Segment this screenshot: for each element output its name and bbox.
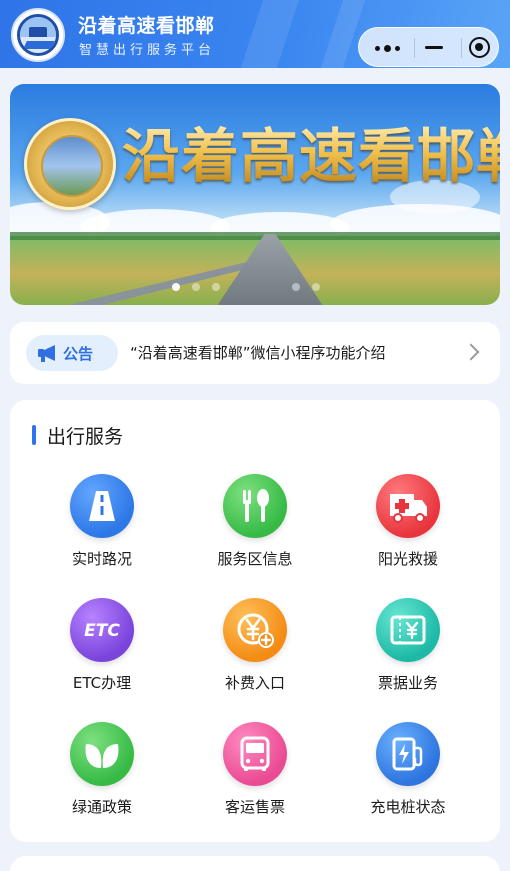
ambulance-icon xyxy=(376,474,440,538)
service-area-info[interactable]: 服务区信息 xyxy=(179,474,329,584)
service-charging-status[interactable]: 充电桩状态 xyxy=(332,722,482,832)
banner-carousel[interactable]: 沿着高速看邯郸 xyxy=(10,84,500,305)
travel-services-card: 出行服务 实时路况 服务区信息 阳光救援 ETC ETC办理 补费入口 票据业务… xyxy=(10,400,500,842)
service-green-channel[interactable]: 绿通政策 xyxy=(26,722,176,832)
banner-title: 沿着高速看邯郸 xyxy=(122,118,500,194)
road-icon xyxy=(70,474,134,538)
service-sunshine-rescue[interactable]: 阳光救援 xyxy=(332,474,482,584)
service-fee-supplement[interactable]: 补费入口 xyxy=(179,598,329,708)
service-label: 补费入口 xyxy=(224,674,285,692)
leaf-icon xyxy=(70,722,134,786)
service-label: ETC办理 xyxy=(72,674,132,692)
section-accent-bar xyxy=(32,425,36,445)
header-decoration xyxy=(313,0,369,68)
service-label: 阳光救援 xyxy=(377,550,438,568)
fork-spoon-icon xyxy=(223,474,287,538)
miniprogram-capsule xyxy=(358,27,499,67)
megaphone-icon xyxy=(38,345,58,362)
header-decoration xyxy=(233,0,303,68)
expressway-badge-icon xyxy=(24,118,116,210)
service-label: 客运售票 xyxy=(224,798,285,816)
bus-icon xyxy=(223,722,287,786)
service-bus-ticket[interactable]: 客运售票 xyxy=(179,722,329,832)
notice-bar[interactable]: 公告 “沿着高速看邯郸”微信小程序功能介绍 xyxy=(10,322,500,384)
etc-icon-text: ETC xyxy=(84,621,120,641)
next-section-card xyxy=(10,856,500,871)
notice-tag: 公告 xyxy=(26,335,118,371)
app-header: 沿着高速看邯郸 智慧出行服务平台 xyxy=(0,0,510,68)
yuan-add-icon xyxy=(223,598,287,662)
app-subtitle: 智慧出行服务平台 xyxy=(79,43,216,58)
service-label: 实时路况 xyxy=(71,550,132,568)
service-label: 绿通政策 xyxy=(71,798,132,816)
service-label: 充电桩状态 xyxy=(370,798,446,816)
close-target-icon[interactable] xyxy=(469,37,490,58)
notice-tag-label: 公告 xyxy=(63,345,94,363)
service-invoice[interactable]: 票据业务 xyxy=(332,598,482,708)
expressway-emblem-icon xyxy=(11,8,65,62)
etc-icon: ETC xyxy=(70,598,134,662)
app-title: 沿着高速看邯郸 xyxy=(78,15,215,37)
ticket-yuan-icon xyxy=(376,598,440,662)
chevron-right-icon[interactable] xyxy=(462,343,480,361)
service-etc[interactable]: ETC ETC办理 xyxy=(26,598,176,708)
service-label: 服务区信息 xyxy=(217,550,293,568)
section-title: 出行服务 xyxy=(47,426,124,448)
charging-station-icon xyxy=(376,722,440,786)
service-realtime-traffic[interactable]: 实时路况 xyxy=(26,474,176,584)
minimize-icon[interactable] xyxy=(425,46,443,49)
notice-text[interactable]: “沿着高速看邯郸”微信小程序功能介绍 xyxy=(130,342,386,363)
service-label: 票据业务 xyxy=(377,674,438,692)
more-dots-icon[interactable] xyxy=(375,44,401,52)
